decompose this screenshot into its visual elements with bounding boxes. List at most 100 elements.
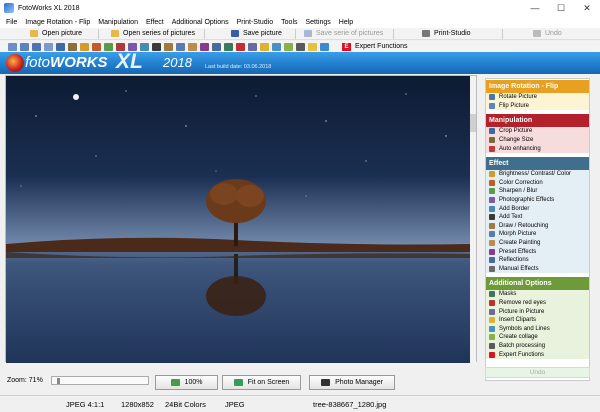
window-title: FotoWorks XL 2018 <box>18 4 80 12</box>
zoom-100-button[interactable]: 100% <box>155 375 218 390</box>
zoom-slider-thumb[interactable] <box>57 378 60 384</box>
eye-icon <box>489 299 495 306</box>
panel-item-label: Create Painting <box>499 240 541 247</box>
rotate-icon[interactable] <box>32 42 41 51</box>
menu-tools[interactable]: Tools <box>281 19 297 26</box>
red-eye-icon[interactable] <box>236 42 245 51</box>
collage-icon[interactable] <box>284 42 293 51</box>
crop-icon[interactable] <box>56 42 65 51</box>
panel-item-rotate-picture[interactable]: Rotate Picture <box>486 93 589 102</box>
floppy-icon <box>304 30 312 37</box>
maximize-button[interactable]: ☐ <box>548 0 574 16</box>
icon-toolbar: E Expert Functions <box>0 41 600 52</box>
menu-manipulation[interactable]: Manipulation <box>98 19 138 26</box>
panel-item-create-painting[interactable]: Create Painting <box>486 239 589 248</box>
section-manipulation[interactable]: Manipulation <box>486 114 589 128</box>
menu-additional-options[interactable]: Additional Options <box>172 19 229 26</box>
panel-item-crop-picture[interactable]: Crop Picture <box>486 127 589 136</box>
rotate-right-icon[interactable] <box>20 42 29 51</box>
panel-item-add-border[interactable]: Add Border <box>486 204 589 213</box>
clipart-icon[interactable] <box>260 42 269 51</box>
panel-item-batch-processing[interactable]: Batch processing <box>486 342 589 351</box>
panel-item-label: Manual Effects <box>499 265 539 272</box>
panel-item-auto-enhancing[interactable]: Auto enhancing <box>486 144 589 153</box>
expert-functions-label: Expert Functions <box>355 43 408 50</box>
section-rotation-body: Rotate Picture Flip Picture <box>486 93 589 111</box>
open-series-button[interactable]: Open series of pictures <box>99 28 204 39</box>
color-icon[interactable] <box>92 42 101 51</box>
open-picture-label: Open picture <box>42 30 83 37</box>
menu-help[interactable]: Help <box>339 19 353 26</box>
panel-item-add-text[interactable]: Add Text <box>486 213 589 222</box>
panel-item-change-size[interactable]: Change Size <box>486 136 589 145</box>
panel-item-morph-picture[interactable]: Morph Picture <box>486 230 589 239</box>
panel-item-flip-picture[interactable]: Flip Picture <box>486 102 589 111</box>
menu-file[interactable]: File <box>6 19 17 26</box>
preset-icon <box>489 248 495 255</box>
save-picture-button[interactable]: Save picture <box>205 28 295 39</box>
panel-item-masks[interactable]: Masks <box>486 290 589 299</box>
batch-icon[interactable] <box>296 42 305 51</box>
panel-item-symbols-lines[interactable]: Symbols and Lines <box>486 324 589 333</box>
status-type: JPEG <box>225 400 245 409</box>
open-picture-button[interactable]: Open picture <box>0 28 98 39</box>
flip-icon <box>489 102 495 109</box>
photo-preview[interactable] <box>6 76 472 363</box>
panel-item-reflections[interactable]: Reflections <box>486 256 589 265</box>
section-additional-options[interactable]: Additional Options <box>486 277 589 291</box>
painting-icon[interactable] <box>188 42 197 51</box>
folder-icon <box>30 30 38 37</box>
brightness-icon[interactable] <box>80 42 89 51</box>
panel-item-sharpen-blur[interactable]: Sharpen / Blur <box>486 187 589 196</box>
panel-item-brightness[interactable]: Brightness/ Contrast/ Color <box>486 170 589 179</box>
panel-item-manual-effects[interactable]: Manual Effects <box>486 265 589 274</box>
panel-item-draw-retouching[interactable]: Draw / Retouching <box>486 222 589 231</box>
photo-manager-button[interactable]: Photo Manager <box>309 375 395 390</box>
expert-functions-button[interactable]: E Expert Functions <box>342 42 408 51</box>
panel-item-label: Preset Effects <box>499 248 537 255</box>
undo-button[interactable]: Undo <box>503 28 597 39</box>
section-effect[interactable]: Effect <box>486 156 589 170</box>
print-icon[interactable] <box>320 42 329 51</box>
mask-icon[interactable] <box>224 42 233 51</box>
panel-item-photographic-effects[interactable]: Photographic Effects <box>486 196 589 205</box>
panel-item-expert-functions[interactable]: Expert Functions <box>486 350 589 359</box>
picture-in-picture-icon[interactable] <box>248 42 257 51</box>
sharpen-icon[interactable] <box>104 42 113 51</box>
close-button[interactable]: ✕ <box>574 0 600 16</box>
panel-item-remove-red-eyes[interactable]: Remove red eyes <box>486 299 589 308</box>
reflection-icon[interactable] <box>212 42 221 51</box>
symbols-icon[interactable] <box>272 42 281 51</box>
scrollbar-thumb[interactable] <box>470 114 476 132</box>
rotate-left-icon[interactable] <box>8 42 17 51</box>
morph-icon[interactable] <box>176 42 185 51</box>
menu-settings[interactable]: Settings <box>306 19 331 26</box>
section-image-rotation[interactable]: Image Rotation - Flip <box>486 80 589 93</box>
panel-item-create-collage[interactable]: Create collage <box>486 333 589 342</box>
menu-effect[interactable]: Effect <box>146 19 164 26</box>
menu-image-rotation[interactable]: Image Rotation - Flip <box>25 19 90 26</box>
panel-item-insert-cliparts[interactable]: Insert Cliparts <box>486 316 589 325</box>
menu-print-studio[interactable]: Print-Studio <box>237 19 274 26</box>
vertical-scrollbar[interactable] <box>470 76 476 363</box>
flip-icon[interactable] <box>44 42 53 51</box>
image-canvas[interactable] <box>5 75 477 363</box>
open-series-label: Open series of pictures <box>123 30 195 37</box>
save-series-button[interactable]: Save serie of pictures <box>296 28 393 39</box>
panel-undo-button[interactable]: Undo <box>485 367 590 378</box>
draw-icon[interactable] <box>164 42 173 51</box>
panel-item-color-correction[interactable]: Color Correction <box>486 179 589 188</box>
zoom-slider[interactable] <box>51 376 149 385</box>
minimize-button[interactable]: — <box>522 0 548 16</box>
panel-item-picture-in-picture[interactable]: Picture in Picture <box>486 307 589 316</box>
panel-item-preset-effects[interactable]: Preset Effects <box>486 247 589 256</box>
save-series-label: Save serie of pictures <box>316 30 384 37</box>
rotate-icon <box>489 94 495 101</box>
panel-item-label: Expert Functions <box>499 351 545 358</box>
text-icon[interactable] <box>152 42 161 51</box>
fit-on-screen-button[interactable]: Fit on Screen <box>222 375 301 390</box>
print-studio-button[interactable]: Print-Studio <box>394 28 502 39</box>
preset-icon[interactable] <box>200 42 209 51</box>
resize-icon[interactable] <box>68 42 77 51</box>
star-icon[interactable] <box>308 42 317 51</box>
